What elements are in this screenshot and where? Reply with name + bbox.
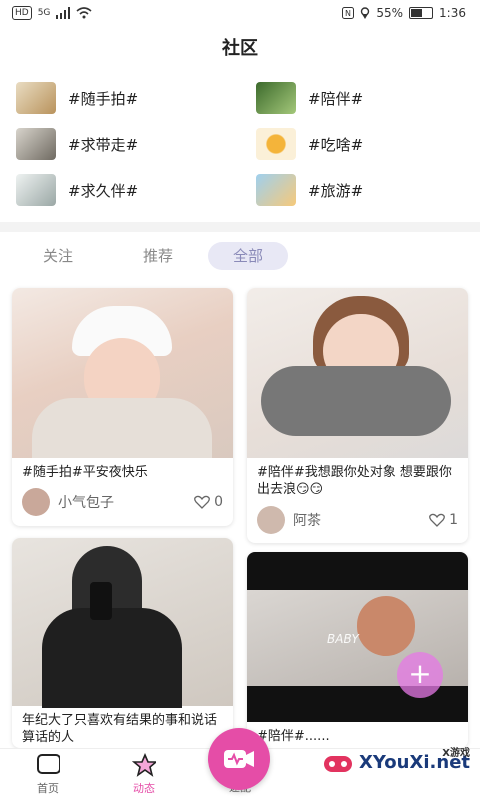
post-text: #陪伴#......: [257, 729, 330, 744]
signal-icon: [56, 7, 71, 19]
clock: 1:36: [439, 6, 466, 20]
topic-thumb: [16, 174, 56, 206]
post-image: [247, 288, 468, 458]
topic-label: #吃啥#: [308, 135, 364, 154]
author-name: 小气包子: [58, 495, 114, 511]
heart-icon: [194, 495, 210, 509]
topic-label: #旅游#: [308, 181, 364, 200]
signal-label: 5G: [37, 8, 51, 18]
feed-tabs: 关注 推荐 全部: [0, 242, 480, 274]
topic-thumb: [256, 174, 296, 206]
post-card[interactable]: #陪伴#我想跟你处对象 想要跟你出去浪😏😏 阿茶 1: [247, 288, 468, 543]
post-image: [12, 288, 233, 458]
video-call-icon: [224, 750, 254, 768]
add-button[interactable]: +: [397, 652, 443, 698]
battery-icon: [409, 7, 434, 19]
post-image: BABY +: [247, 552, 468, 722]
topic-thumb: [16, 128, 56, 160]
topic-thumb: [16, 82, 56, 114]
topic-thumb: [256, 82, 296, 114]
topic-qiudaizou[interactable]: #求带走#: [16, 128, 138, 160]
post-text: #随手拍#平安夜快乐: [22, 465, 148, 480]
match-fab[interactable]: [208, 728, 270, 790]
post-author[interactable]: 小气包子: [22, 488, 114, 516]
svg-text:N: N: [345, 9, 351, 18]
nav-feed[interactable]: 动态: [104, 752, 184, 796]
avatar: [22, 488, 50, 516]
post-image: [12, 538, 233, 708]
topic-label: #求带走#: [68, 135, 139, 154]
battery-percent: 55%: [376, 6, 404, 20]
post-author[interactable]: 阿茶: [257, 506, 321, 534]
topic-peiban[interactable]: #陪伴#: [256, 82, 363, 114]
plus-icon: +: [408, 657, 432, 690]
topic-chisha[interactable]: #吃啥#: [256, 128, 363, 160]
tab-follow[interactable]: 关注: [22, 242, 94, 270]
author-name: 阿茶: [293, 513, 321, 529]
like-count: 0: [214, 494, 223, 510]
nav-label: 首页: [37, 782, 59, 795]
heart-icon: [429, 513, 445, 527]
status-bar: HD 5G N 55% 1:36: [0, 0, 480, 28]
topic-label: #陪伴#: [308, 89, 364, 108]
avatar: [257, 506, 285, 534]
post-text: 年纪大了只喜欢有结果的事和说话算话的人: [22, 713, 218, 745]
hd-badge: HD: [12, 6, 32, 20]
page-title: 社区: [222, 38, 258, 59]
post-card[interactable]: BABY + #陪伴#......: [247, 552, 468, 748]
post-card[interactable]: #随手拍#平安夜快乐 小气包子 0: [12, 288, 233, 526]
like-button[interactable]: 1: [429, 512, 458, 528]
like-button[interactable]: 0: [194, 494, 223, 510]
location-icon: [361, 7, 370, 19]
watermark-sup: X游戏: [442, 748, 470, 759]
wifi-icon: [76, 7, 92, 19]
gamepad-icon: [323, 756, 352, 772]
topic-suishoupai[interactable]: #随手拍#: [16, 82, 138, 114]
nfc-icon: N: [342, 7, 355, 19]
star-icon: [131, 752, 159, 777]
topic-label: #随手拍#: [68, 89, 139, 108]
nav-label: 动态: [133, 782, 155, 795]
site-watermark: XYouXi.net X游戏: [323, 748, 470, 774]
tab-all[interactable]: 全部: [208, 242, 288, 270]
tab-recommend[interactable]: 推荐: [122, 242, 194, 270]
topic-lvyou[interactable]: #旅游#: [256, 174, 363, 206]
topic-thumb: [256, 128, 296, 160]
topic-qiujiuban[interactable]: #求久伴#: [16, 174, 138, 206]
like-count: 1: [449, 512, 458, 528]
home-icon: [37, 754, 61, 774]
nav-home[interactable]: 首页: [8, 753, 88, 796]
section-divider: [0, 222, 480, 232]
post-text: #陪伴#我想跟你处对象 想要跟你出去浪😏😏: [257, 465, 452, 497]
post-card[interactable]: 年纪大了只喜欢有结果的事和说话算话的人: [12, 538, 233, 748]
overlay-caption: BABY: [327, 632, 359, 646]
topic-label: #求久伴#: [68, 181, 139, 200]
